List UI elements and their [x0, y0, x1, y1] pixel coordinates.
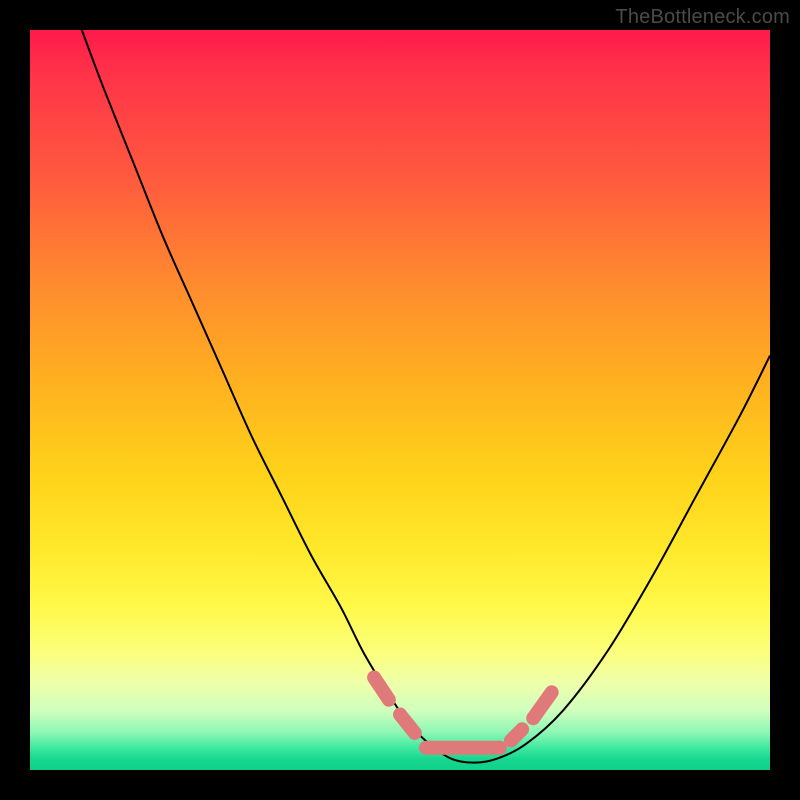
bottleneck-curve — [82, 30, 770, 763]
marker-segment — [511, 729, 522, 740]
highlight-markers — [374, 678, 552, 748]
attribution-text: TheBottleneck.com — [615, 6, 790, 29]
marker-segment — [400, 715, 415, 734]
chart-frame: TheBottleneck.com — [0, 0, 800, 800]
marker-segment — [374, 678, 389, 700]
marker-segment — [533, 692, 552, 718]
chart-svg — [30, 30, 770, 770]
plot-area — [30, 30, 770, 770]
